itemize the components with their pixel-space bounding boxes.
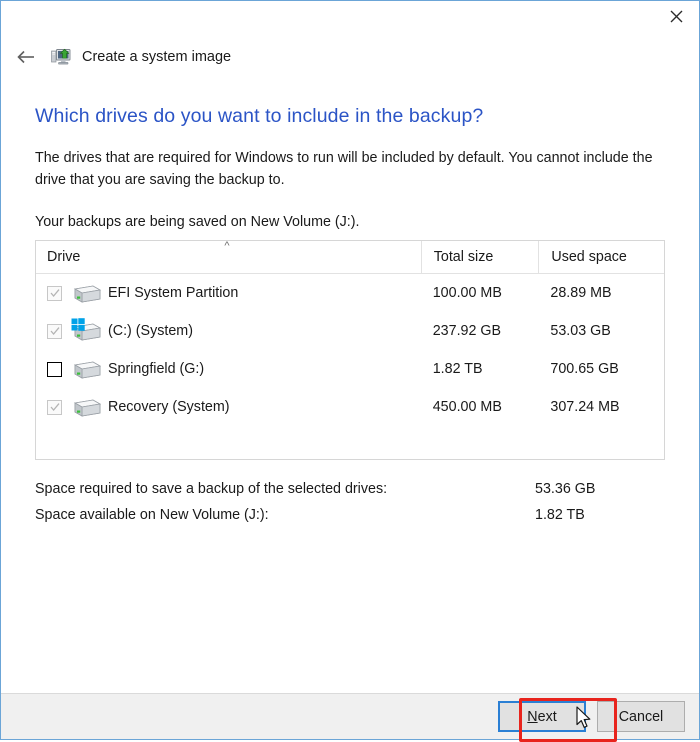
checkmark-icon xyxy=(50,327,60,335)
windows-drive-icon xyxy=(71,318,102,344)
close-icon xyxy=(670,10,683,23)
next-button[interactable]: Next xyxy=(498,701,586,732)
drive-checkbox xyxy=(47,399,62,415)
checkmark-icon xyxy=(50,403,60,411)
space-available-value: 1.82 TB xyxy=(535,507,585,524)
checkmark-icon xyxy=(50,289,60,297)
drive-checkbox xyxy=(47,285,62,301)
drive-checkbox xyxy=(47,323,62,339)
space-available-row: Space available on New Volume (J:): 1.82… xyxy=(35,502,665,528)
column-header-total-size-label: Total size xyxy=(433,249,494,266)
create-system-image-window: Create a system image Which drives do yo… xyxy=(0,0,700,742)
drive-total-size: 450.00 MB xyxy=(432,399,502,416)
drive-used-space: 53.03 GB xyxy=(550,323,611,340)
cancel-button-label: Cancel xyxy=(618,708,664,725)
table-header-row: Drive ^ Total size Used space xyxy=(36,241,664,275)
drive-cell: EFI System Partition xyxy=(36,280,421,306)
drive-used-space: 700.65 GB xyxy=(550,361,619,378)
backup-destination-text: Your backups are being saved on New Volu… xyxy=(35,214,360,231)
app-title: Create a system image xyxy=(82,49,232,65)
page-content: Which drives do you want to include in t… xyxy=(1,80,699,693)
space-available-label: Space available on New Volume (J:): xyxy=(35,507,269,524)
drive-name: Springfield (G:) xyxy=(108,361,205,378)
next-button-label: Next xyxy=(527,709,556,725)
drive-total-size: 237.92 GB xyxy=(432,323,502,340)
drive-cell: Springfield (G:) xyxy=(36,356,421,382)
drive-total-size: 1.82 TB xyxy=(432,361,483,378)
space-required-label: Space required to save a backup of the s… xyxy=(35,481,388,498)
drive-cell: (C:) (System) xyxy=(36,318,421,344)
drive-cell: Recovery (System) xyxy=(36,394,421,420)
drive-list-table: Drive ^ Total size Used space EFI System… xyxy=(35,240,665,461)
close-button[interactable] xyxy=(654,1,699,32)
page-title: Which drives do you want to include in t… xyxy=(35,105,484,127)
hard-drive-icon xyxy=(71,280,102,306)
drive-checkbox[interactable] xyxy=(47,361,62,377)
next-accel-letter: N xyxy=(527,708,538,725)
drive-name: (C:) (System) xyxy=(108,323,193,340)
table-row[interactable]: Recovery (System) 450.00 MB 307.24 MB xyxy=(36,388,664,426)
column-header-used-space-label: Used space xyxy=(551,249,627,266)
drive-used-space: 28.89 MB xyxy=(550,285,612,302)
back-arrow-icon xyxy=(17,50,34,64)
navigation-row: Create a system image xyxy=(1,34,699,80)
space-required-value: 53.36 GB xyxy=(535,481,596,498)
dialog-footer: Next Cancel xyxy=(1,693,699,742)
title-bar xyxy=(1,1,699,34)
back-button[interactable] xyxy=(12,43,40,71)
system-image-monitor-icon xyxy=(51,46,73,68)
intro-text: The drives that are required for Windows… xyxy=(35,150,653,188)
drive-name: EFI System Partition xyxy=(108,285,239,302)
hard-drive-icon xyxy=(71,356,102,382)
table-row[interactable]: Springfield (G:) 1.82 TB 700.65 GB xyxy=(36,350,664,388)
column-header-drive-label: Drive xyxy=(47,249,81,266)
space-summary: Space required to save a backup of the s… xyxy=(35,476,665,528)
drive-used-space: 307.24 MB xyxy=(550,399,620,416)
drive-total-size: 100.00 MB xyxy=(432,285,502,302)
table-row[interactable]: EFI System Partition 100.00 MB 28.89 MB xyxy=(36,274,664,312)
column-header-drive[interactable]: Drive ^ xyxy=(36,241,421,273)
sort-ascending-icon: ^ xyxy=(224,240,230,253)
column-header-used-space[interactable]: Used space xyxy=(538,241,664,274)
drive-name: Recovery (System) xyxy=(108,399,230,416)
cancel-button[interactable]: Cancel xyxy=(597,701,685,732)
space-required-row: Space required to save a backup of the s… xyxy=(35,476,665,502)
table-row[interactable]: (C:) (System) 237.92 GB 53.03 GB xyxy=(36,312,664,350)
next-label-rest: ext xyxy=(537,708,557,725)
column-header-total-size[interactable]: Total size xyxy=(420,241,539,274)
hard-drive-icon xyxy=(71,394,102,420)
